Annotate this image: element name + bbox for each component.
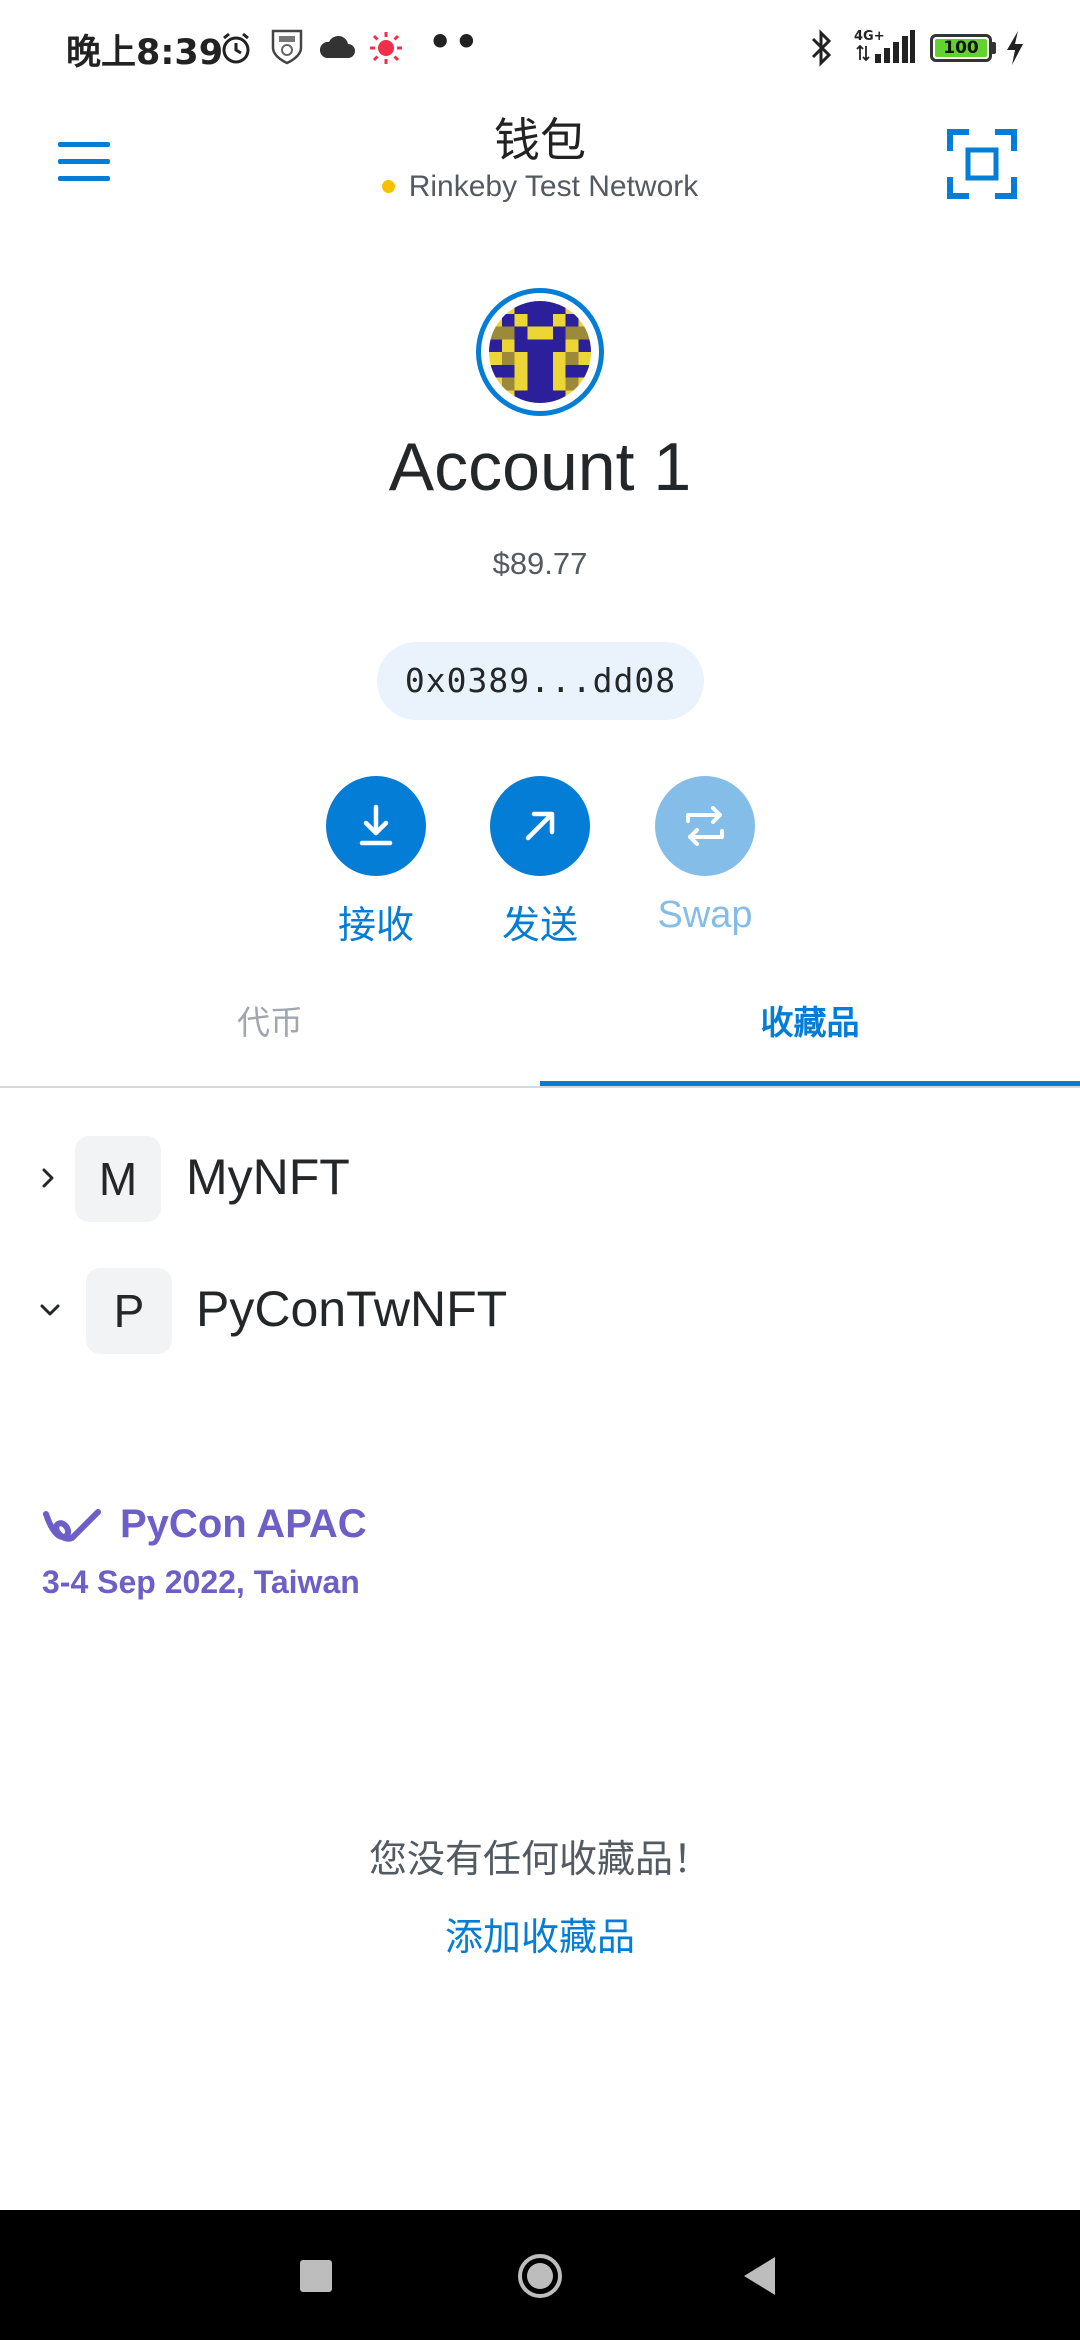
pycon-logo[interactable] bbox=[42, 1506, 104, 1546]
network-selector[interactable]: Rinkeby Test Network bbox=[0, 170, 1080, 204]
collection-name-pycontwnft[interactable]: PyConTwNFT bbox=[196, 1280, 507, 1338]
receive-button[interactable] bbox=[326, 776, 426, 876]
add-collectible-link[interactable]: 添加收藏品 bbox=[0, 1906, 1080, 1961]
swap-button[interactable] bbox=[655, 776, 755, 876]
swap-label[interactable]: Swap bbox=[605, 894, 805, 937]
receive-icon bbox=[359, 804, 393, 846]
account-address-button[interactable]: 0x0389...dd08 bbox=[377, 642, 704, 720]
identicon bbox=[489, 301, 591, 403]
back-button[interactable] bbox=[742, 2255, 778, 2297]
battery-level: 100 bbox=[943, 38, 979, 58]
data-arrows-icon bbox=[856, 44, 870, 62]
alarm-icon bbox=[222, 32, 250, 64]
chevron-right-icon[interactable] bbox=[36, 1166, 60, 1190]
cloud-icon bbox=[319, 35, 355, 58]
scan-qr-icon[interactable] bbox=[946, 128, 1018, 200]
status-time: 晚上8:39 bbox=[66, 33, 224, 73]
send-button[interactable] bbox=[490, 776, 590, 876]
battery-cap bbox=[992, 42, 996, 54]
signal-icon bbox=[875, 30, 915, 63]
send-icon bbox=[525, 811, 555, 841]
collection-badge-mynft: M bbox=[75, 1136, 161, 1222]
status-more-dots: •• bbox=[428, 20, 481, 64]
network-status-dot bbox=[381, 179, 395, 193]
network-name: Rinkeby Test Network bbox=[408, 170, 699, 203]
tab-tokens[interactable]: 代币 bbox=[0, 996, 540, 1044]
tab-divider bbox=[0, 1086, 1080, 1088]
account-name[interactable]: Account 1 bbox=[0, 428, 1080, 506]
status-bar: 晚上8:39 •• 4G+ 100 bbox=[0, 0, 1080, 96]
collection-badge-pycontwnft: P bbox=[86, 1268, 172, 1354]
bluetooth-icon bbox=[811, 29, 832, 67]
active-tab-indicator bbox=[540, 1081, 1080, 1086]
nft-title[interactable]: PyCon APAC bbox=[120, 1502, 367, 1547]
account-balance: $89.77 bbox=[492, 546, 588, 581]
home-button[interactable] bbox=[516, 2252, 564, 2300]
account-avatar[interactable] bbox=[476, 288, 604, 416]
chevron-down-icon[interactable] bbox=[38, 1298, 62, 1322]
charging-icon bbox=[1007, 31, 1023, 65]
recents-button[interactable] bbox=[300, 2260, 332, 2292]
sun-icon bbox=[370, 32, 402, 64]
battery-indicator: 100 bbox=[930, 34, 992, 62]
nft-subtitle: 3-4 Sep 2022, Taiwan bbox=[42, 1564, 360, 1600]
empty-collectibles-message: 您没有任何收藏品！ bbox=[368, 1837, 711, 1881]
swap-icon bbox=[686, 806, 724, 846]
collection-name-mynft[interactable]: MyNFT bbox=[186, 1148, 350, 1206]
page-title: 钱包 bbox=[494, 113, 586, 167]
tab-collectibles[interactable]: 收藏品 bbox=[540, 996, 1080, 1044]
shield-badge-icon bbox=[271, 29, 303, 65]
